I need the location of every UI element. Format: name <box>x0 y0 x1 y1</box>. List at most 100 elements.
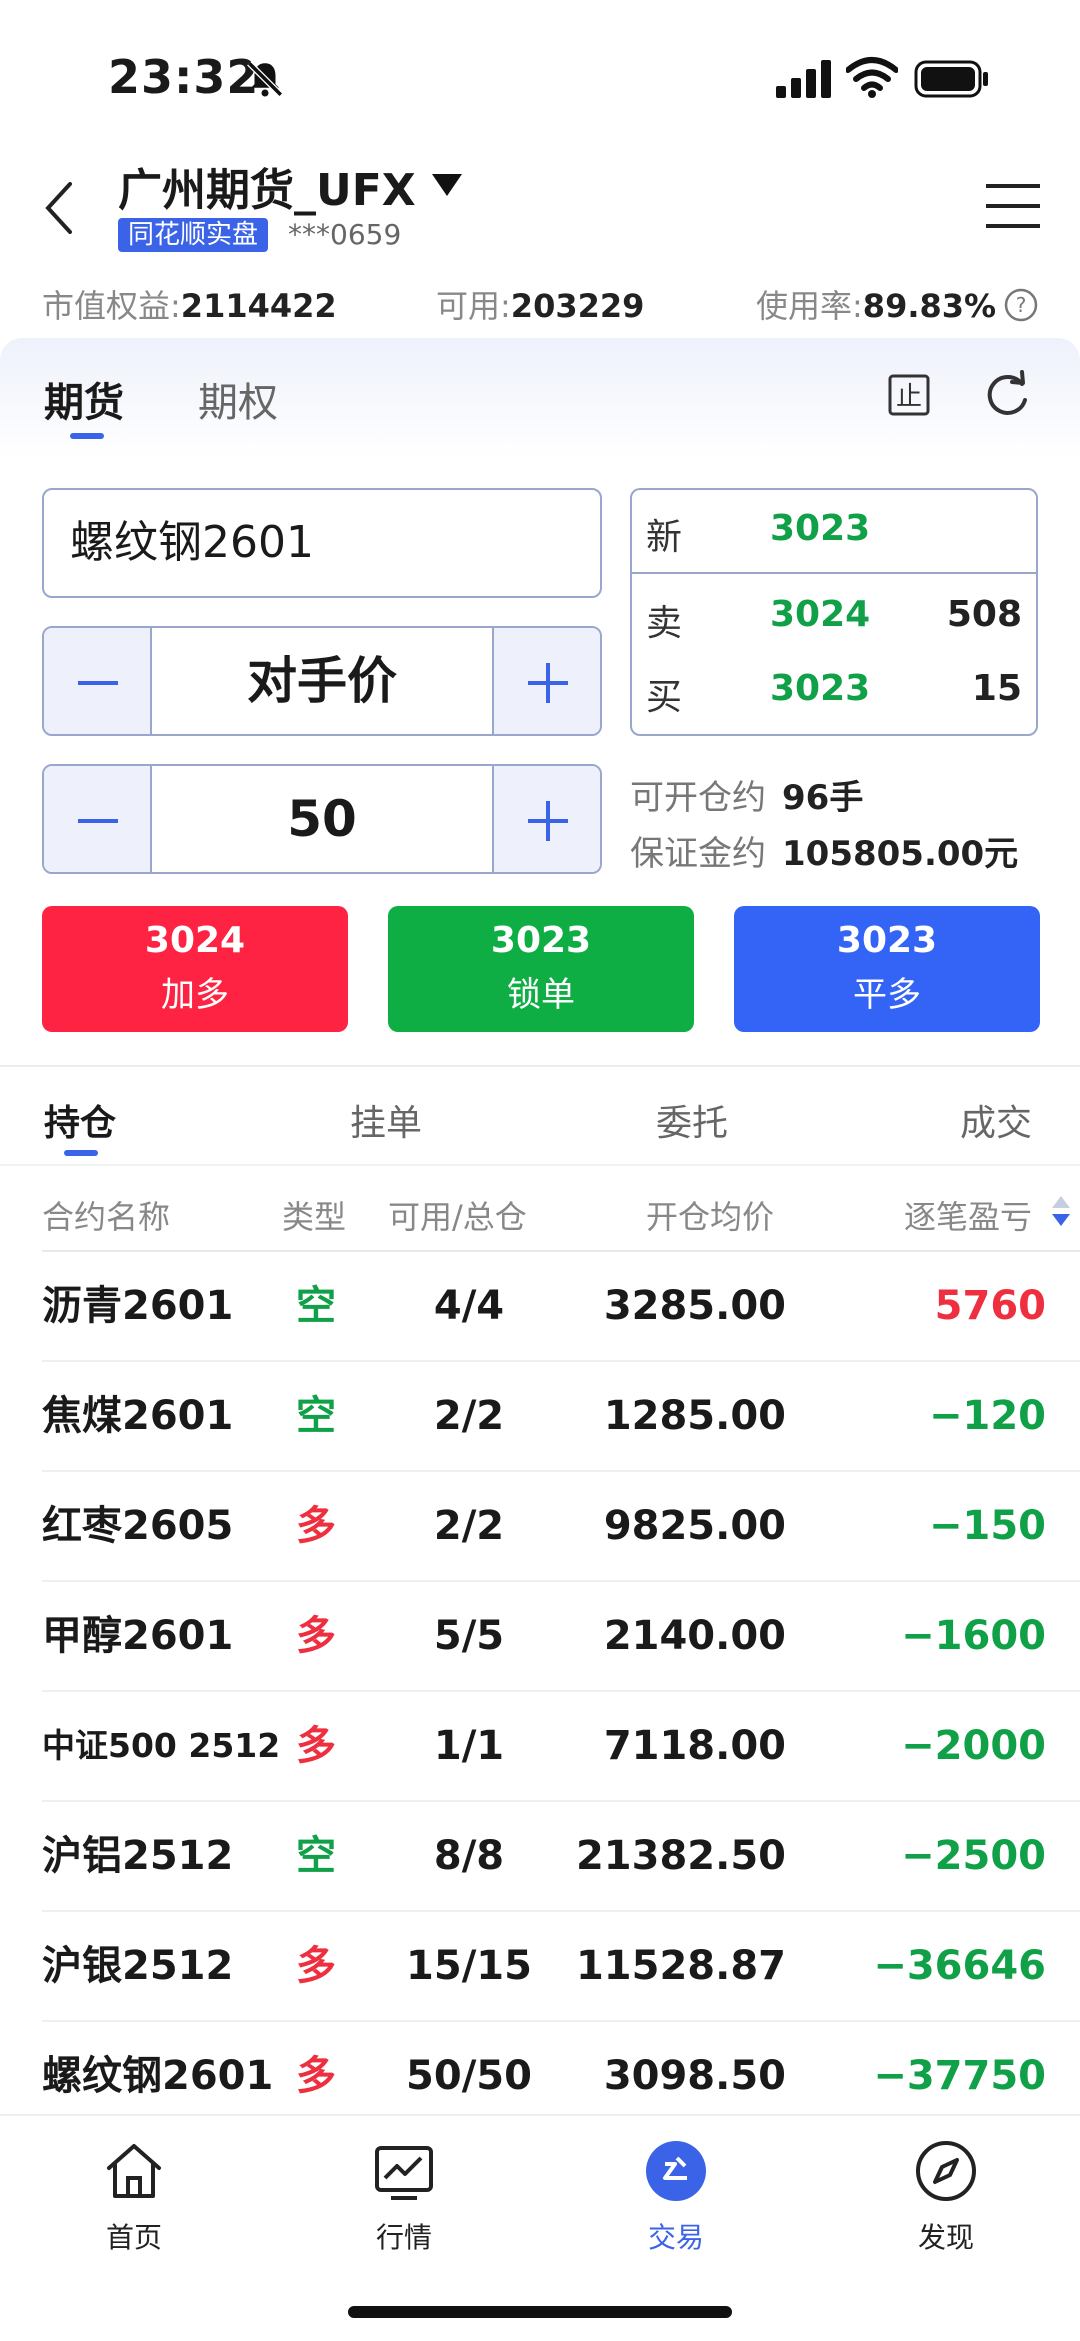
tab-trades[interactable]: 成交 <box>960 1094 1032 1146</box>
table-row[interactable]: 沥青2601 空 4/4 3285.00 5760 <box>0 1252 1080 1362</box>
open-avg-price: 9825.00 <box>603 1503 786 1549</box>
divider <box>0 1164 1080 1166</box>
bid-label: 买 <box>646 677 683 718</box>
direction: 多 <box>296 1943 336 1989</box>
direction: 多 <box>296 1723 336 1769</box>
direction: 空 <box>296 1283 336 1329</box>
direction: 空 <box>296 1393 336 1439</box>
nav-trade[interactable]: 交易 <box>576 2138 776 2256</box>
status-time: 23:32 <box>108 50 260 104</box>
tab-options[interactable]: 期权 <box>198 370 278 428</box>
available-label: 可用: <box>436 287 511 325</box>
bid-price: 3023 <box>770 668 871 709</box>
price-type-stepper: 对手价 <box>42 626 602 736</box>
open-avg-price: 7118.00 <box>603 1723 786 1769</box>
tab-underline <box>70 433 104 439</box>
table-row[interactable]: 红枣2605 多 2/2 9825.00 −150 <box>0 1472 1080 1582</box>
nav-home[interactable]: 首页 <box>34 2138 234 2256</box>
table-row[interactable]: 焦煤2601 空 2/2 1285.00 −120 <box>0 1362 1080 1472</box>
tab-futures[interactable]: 期货 <box>44 370 124 428</box>
trade-pnl: 5760 <box>934 1283 1046 1329</box>
add-long-button[interactable]: 3024 加多 <box>42 906 348 1032</box>
refresh-icon[interactable] <box>982 370 1032 420</box>
chart-icon <box>375 2146 433 2200</box>
stop-order-icon[interactable]: 止 <box>888 374 930 416</box>
caret-down-icon[interactable] <box>430 172 464 198</box>
trade-icon <box>646 2141 706 2201</box>
plus-icon <box>528 663 568 703</box>
bell-off-icon <box>247 61 283 97</box>
account-type-badge: 同花顺实盘 <box>118 218 269 252</box>
help-icon[interactable]: ? <box>1004 288 1038 322</box>
contract-name: 沪银2512 <box>42 1943 234 1989</box>
nav-discover[interactable]: 发现 <box>846 2138 1046 2256</box>
margin-value: 105805.00元 <box>782 834 1019 874</box>
table-row[interactable]: 中证500 2512 多 1/1 7118.00 −2000 <box>0 1692 1080 1802</box>
equity-label: 市值权益: <box>42 287 181 325</box>
open-avg-price: 1285.00 <box>603 1393 786 1439</box>
nav-home-label: 首页 <box>105 2221 162 2254</box>
add-long-price: 3024 <box>144 920 246 961</box>
minus-icon <box>78 681 118 685</box>
svg-text:止: 止 <box>896 382 922 412</box>
table-row[interactable]: 甲醇2601 多 5/5 2140.00 −1600 <box>0 1582 1080 1692</box>
position-tab-underline <box>64 1150 98 1156</box>
ask-price: 3024 <box>770 594 871 635</box>
available-total: 2/2 <box>433 1393 505 1439</box>
price-increase-button[interactable] <box>492 628 600 734</box>
trade-pnl: −1600 <box>901 1613 1046 1659</box>
lock-button[interactable]: 3023 锁单 <box>388 906 694 1032</box>
table-row[interactable]: 沪银2512 多 15/15 11528.87 −36646 <box>0 1912 1080 2022</box>
close-long-price: 3023 <box>836 920 938 961</box>
col-contract: 合约名称 <box>42 1198 171 1236</box>
quantity-value[interactable]: 50 <box>152 766 492 872</box>
nav-market[interactable]: 行情 <box>304 2138 504 2256</box>
direction: 空 <box>296 1833 336 1879</box>
trade-pnl: −36646 <box>873 1943 1046 1989</box>
account-summary: 市值权益:2114422 可用:203229 使用率:89.83% <box>0 280 1080 332</box>
status-bar: 23:32 <box>0 0 1080 150</box>
close-long-button[interactable]: 3023 平多 <box>734 906 1040 1032</box>
available-total: 8/8 <box>433 1833 505 1879</box>
quantity-increase-button[interactable] <box>492 766 600 872</box>
direction: 多 <box>296 1503 336 1549</box>
contract-name: 中证500 2512 <box>42 1726 281 1765</box>
trade-pnl: −120 <box>928 1393 1046 1439</box>
usage-label: 使用率: <box>756 287 863 325</box>
contract-name: 红枣2605 <box>42 1503 234 1549</box>
contract-input[interactable]: 螺纹钢2601 <box>42 488 602 598</box>
menu-icon[interactable] <box>986 182 1040 230</box>
back-icon[interactable] <box>40 178 80 238</box>
col-avg-price[interactable]: 开仓均价 <box>646 1192 774 1238</box>
compass-icon <box>916 2141 976 2201</box>
sort-icon[interactable] <box>1050 1194 1072 1230</box>
trade-pnl: −150 <box>928 1503 1046 1549</box>
home-indicator[interactable] <box>348 2306 732 2318</box>
available-item: 可用:203229 <box>436 280 644 332</box>
open-avg-price: 11528.87 <box>575 1943 786 1989</box>
tab-pending[interactable]: 挂单 <box>350 1094 422 1146</box>
home-icon <box>107 2144 161 2198</box>
ask-label: 卖 <box>646 603 683 644</box>
price-decrease-button[interactable] <box>44 628 152 734</box>
broker-title[interactable]: 广州期货_UFX <box>118 154 416 218</box>
open-avg-price: 2140.00 <box>603 1613 786 1659</box>
open-capacity-label: 可开仓约 <box>630 778 766 818</box>
tab-orders[interactable]: 委托 <box>656 1094 728 1146</box>
margin-estimate: 保证金约 105805.00元 <box>630 826 1018 875</box>
divider <box>0 1065 1080 1067</box>
contract-name: 甲醇2601 <box>42 1613 234 1659</box>
col-pnl[interactable]: 逐笔盈亏 <box>904 1192 1032 1238</box>
quote-box: 新 3023 卖 3024 508 买 3023 15 <box>630 488 1038 736</box>
add-long-label: 加多 <box>161 975 229 1015</box>
nav-discover-label: 发现 <box>917 2221 974 2254</box>
table-row[interactable]: 沪铝2512 空 8/8 21382.50 −2500 <box>0 1802 1080 1912</box>
available-total: 4/4 <box>433 1283 505 1329</box>
open-capacity-value: 96手 <box>782 778 864 818</box>
price-type-value[interactable]: 对手价 <box>152 628 492 734</box>
equity-value: 2114422 <box>180 287 337 325</box>
quantity-decrease-button[interactable] <box>44 766 152 872</box>
lock-price: 3023 <box>490 920 592 961</box>
tab-positions[interactable]: 持仓 <box>44 1094 116 1146</box>
close-long-label: 平多 <box>853 975 921 1015</box>
